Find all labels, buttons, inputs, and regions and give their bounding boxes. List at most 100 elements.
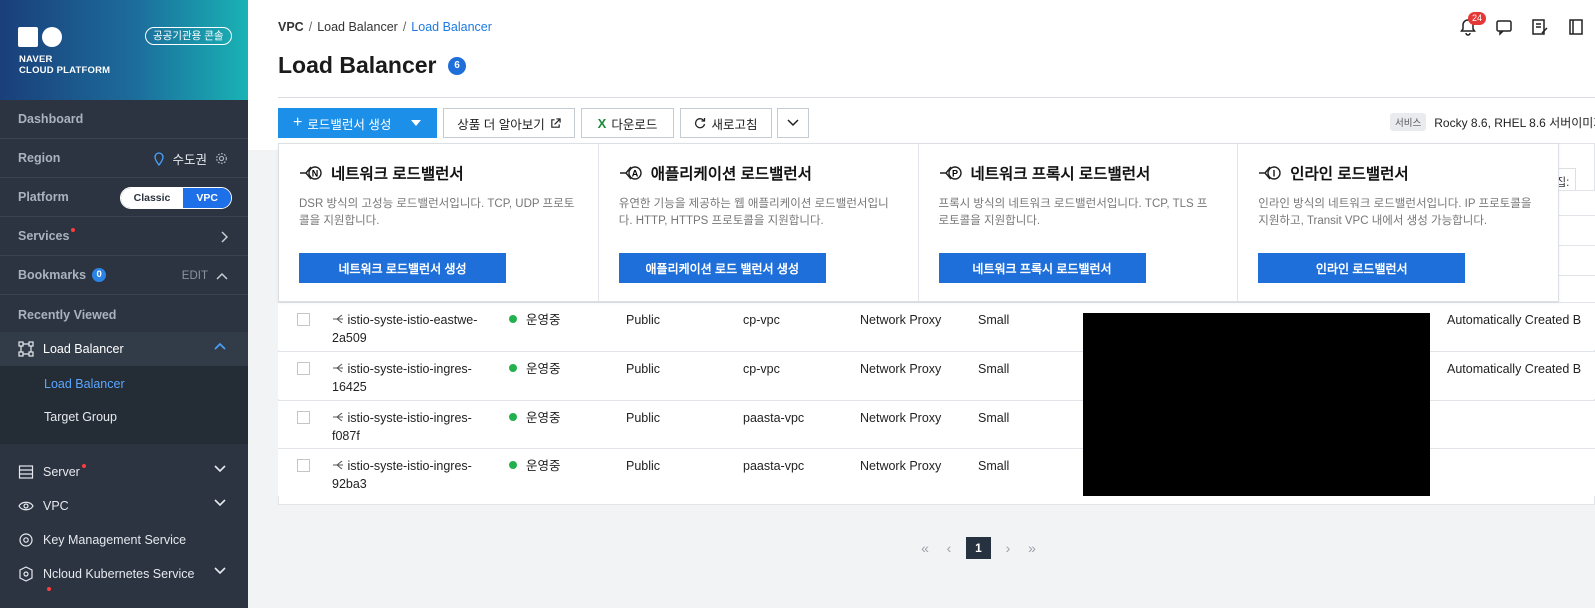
lb-network: Public	[626, 362, 661, 376]
edit-note-icon[interactable]	[1531, 16, 1551, 36]
platform-toggle[interactable]: Classic VPC	[119, 186, 232, 209]
submenu-load-balancer[interactable]: Load Balancer	[44, 377, 125, 391]
more-options-button[interactable]	[777, 108, 809, 138]
chevron-up-icon[interactable]	[214, 342, 226, 350]
refresh-icon	[695, 118, 706, 129]
page-number-current[interactable]: 1	[966, 537, 991, 559]
menu-vpc-label: VPC	[43, 499, 69, 513]
menu-vpc[interactable]: VPC	[0, 489, 248, 523]
platform-classic-option[interactable]: Classic	[120, 187, 184, 208]
lb-type-application: A 애플리케이션 로드밸런서 유연한 기능을 제공하는 웹 애플리케이션 로드밸…	[599, 144, 919, 301]
inline-lb-icon: I	[1259, 166, 1281, 180]
naver-logo-icon[interactable]	[18, 27, 64, 47]
kubernetes-icon	[19, 566, 33, 582]
main-content: VPC / Load Balancer / Load Balancer Load Bal…	[248, 0, 1595, 608]
application-lb-icon: A	[619, 166, 642, 180]
menu-server[interactable]: Server	[0, 455, 248, 489]
lb-name-suffix[interactable]: 2a509	[332, 331, 367, 345]
platform-label: Platform	[18, 190, 69, 204]
region-value[interactable]: 수도권	[172, 149, 207, 168]
status-running-icon	[509, 413, 517, 421]
nav-services[interactable]: Services	[0, 217, 248, 256]
lb-status: 운영중	[526, 313, 561, 327]
menu-key-management-service[interactable]: Key Management Service	[0, 523, 248, 557]
lb-network: Public	[626, 411, 661, 425]
gov-console-badge[interactable]: 공공기관용 콘솔	[145, 27, 232, 45]
create-application-lb-button[interactable]: 애플리케이션 로드 밸런서 생성	[618, 253, 826, 283]
chevron-down-icon[interactable]	[214, 567, 226, 575]
lb-name[interactable]: istio-syste-istio-ingres-	[347, 459, 471, 473]
lb-name-suffix[interactable]: f087f	[332, 429, 360, 443]
row-checkbox[interactable]	[297, 459, 310, 472]
network-proxy-lb-icon	[333, 412, 343, 422]
lb-size: Small	[978, 313, 1010, 327]
page-title: Load Balancer	[278, 52, 437, 78]
row-checkbox[interactable]	[297, 411, 310, 424]
header-icons: 24	[1459, 12, 1587, 36]
breadcrumb: VPC / Load Balancer / Load Balancer	[278, 20, 492, 34]
page-header: VPC / Load Balancer / Load Balancer Load Bal…	[248, 0, 1595, 150]
bell-icon[interactable]: 24	[1459, 12, 1487, 36]
row-checkbox[interactable]	[297, 313, 310, 326]
chevron-down-icon[interactable]	[214, 465, 226, 473]
chat-icon[interactable]	[1495, 16, 1515, 36]
sidebar: NAVER CLOUD PLATFORM 공공기관용 콘솔 Dashboard …	[0, 0, 248, 608]
manual-book-icon[interactable]	[1567, 16, 1587, 36]
row-checkbox[interactable]	[297, 362, 310, 375]
nav-recently-viewed: Recently Viewed	[0, 295, 248, 334]
nav-dashboard[interactable]: Dashboard	[0, 100, 248, 139]
nav-platform: Platform Classic VPC	[0, 178, 248, 217]
nav-bookmarks[interactable]: Bookmarks 0 EDIT	[0, 256, 248, 295]
svg-text:A: A	[632, 169, 639, 179]
gear-icon[interactable]	[215, 152, 228, 165]
notification-count-badge: 24	[1468, 12, 1487, 25]
lb-type: Network Proxy	[860, 362, 942, 376]
server-icon	[18, 465, 34, 479]
service-notice[interactable]: 서비스 Rocky 8.6, RHEL 8.6 서버이미지(	[1390, 113, 1595, 131]
lb-name[interactable]: istio-syste-istio-eastwe-	[347, 313, 477, 327]
status-running-icon	[509, 461, 517, 469]
header-divider	[278, 97, 1595, 98]
prev-page-icon[interactable]: ‹	[942, 540, 956, 556]
chevron-up-icon[interactable]	[216, 272, 228, 280]
lb-name-suffix[interactable]: 92ba3	[332, 477, 367, 491]
menu-ncloud-kubernetes-service[interactable]: Ncloud Kubernetes Service	[0, 557, 248, 591]
menu-load-balancer[interactable]: Load Balancer	[0, 332, 248, 366]
create-load-balancer-button[interactable]: + 로드밸런서 생성	[278, 108, 437, 138]
lb-type: Network Proxy	[860, 313, 942, 327]
svg-text:N: N	[312, 169, 319, 179]
lb-name[interactable]: istio-syste-istio-ingres-	[347, 362, 471, 376]
network-lb-icon: N	[300, 166, 322, 180]
network-proxy-lb-icon: P	[939, 166, 962, 180]
bookmarks-edit-link[interactable]: EDIT	[182, 270, 208, 282]
pagination: « ‹ 1 › »	[918, 537, 1039, 559]
breadcrumb-load-balancer[interactable]: Load Balancer	[317, 20, 398, 34]
recently-viewed-label: Recently Viewed	[18, 307, 117, 322]
lb-type-description: 인라인 방식의 네트워크 로드밸런서입니다. IP 프로토콜을 지원하고, Tr…	[1258, 198, 1532, 227]
lb-type-description: 유연한 기능을 제공하는 웹 애플리케이션 로드밸런서입니다. HTTP, HT…	[618, 198, 889, 227]
lb-type-title: 네트워크 로드밸런서	[331, 166, 464, 183]
learn-more-label: 상품 더 알아보기	[457, 117, 545, 132]
lb-size: Small	[978, 411, 1010, 425]
chevron-down-icon[interactable]	[214, 499, 226, 507]
last-page-icon[interactable]: »	[1025, 540, 1039, 556]
next-page-icon[interactable]: ›	[1001, 540, 1015, 556]
create-inline-lb-button[interactable]: 인라인 로드밸런서	[1258, 253, 1466, 283]
lb-name-suffix[interactable]: 16425	[332, 380, 367, 394]
bookmarks-label: Bookmarks	[18, 268, 87, 282]
create-network-lb-button[interactable]: 네트워크 로드밸런서 생성	[299, 253, 506, 283]
first-page-icon[interactable]: «	[918, 540, 932, 556]
lb-status: 운영중	[526, 362, 561, 376]
platform-vpc-option[interactable]: VPC	[183, 187, 231, 208]
chevron-right-icon	[221, 230, 228, 243]
service-notice-text: Rocky 8.6, RHEL 8.6 서버이미지(	[1434, 115, 1595, 130]
download-button[interactable]: X 다운로드	[581, 108, 674, 138]
refresh-button[interactable]: 새로고침	[680, 108, 772, 138]
lb-name[interactable]: istio-syste-istio-ingres-	[347, 411, 471, 425]
submenu-target-group[interactable]: Target Group	[44, 410, 117, 424]
lb-type-title: 네트워크 프록시 로드밸런서	[970, 166, 1151, 183]
create-network-proxy-lb-button[interactable]: 네트워크 프록시 로드밸런서	[938, 253, 1146, 283]
breadcrumb-vpc[interactable]: VPC	[278, 20, 304, 34]
breadcrumb-current: Load Balancer	[411, 20, 492, 34]
learn-more-button[interactable]: 상품 더 알아보기	[443, 108, 575, 138]
